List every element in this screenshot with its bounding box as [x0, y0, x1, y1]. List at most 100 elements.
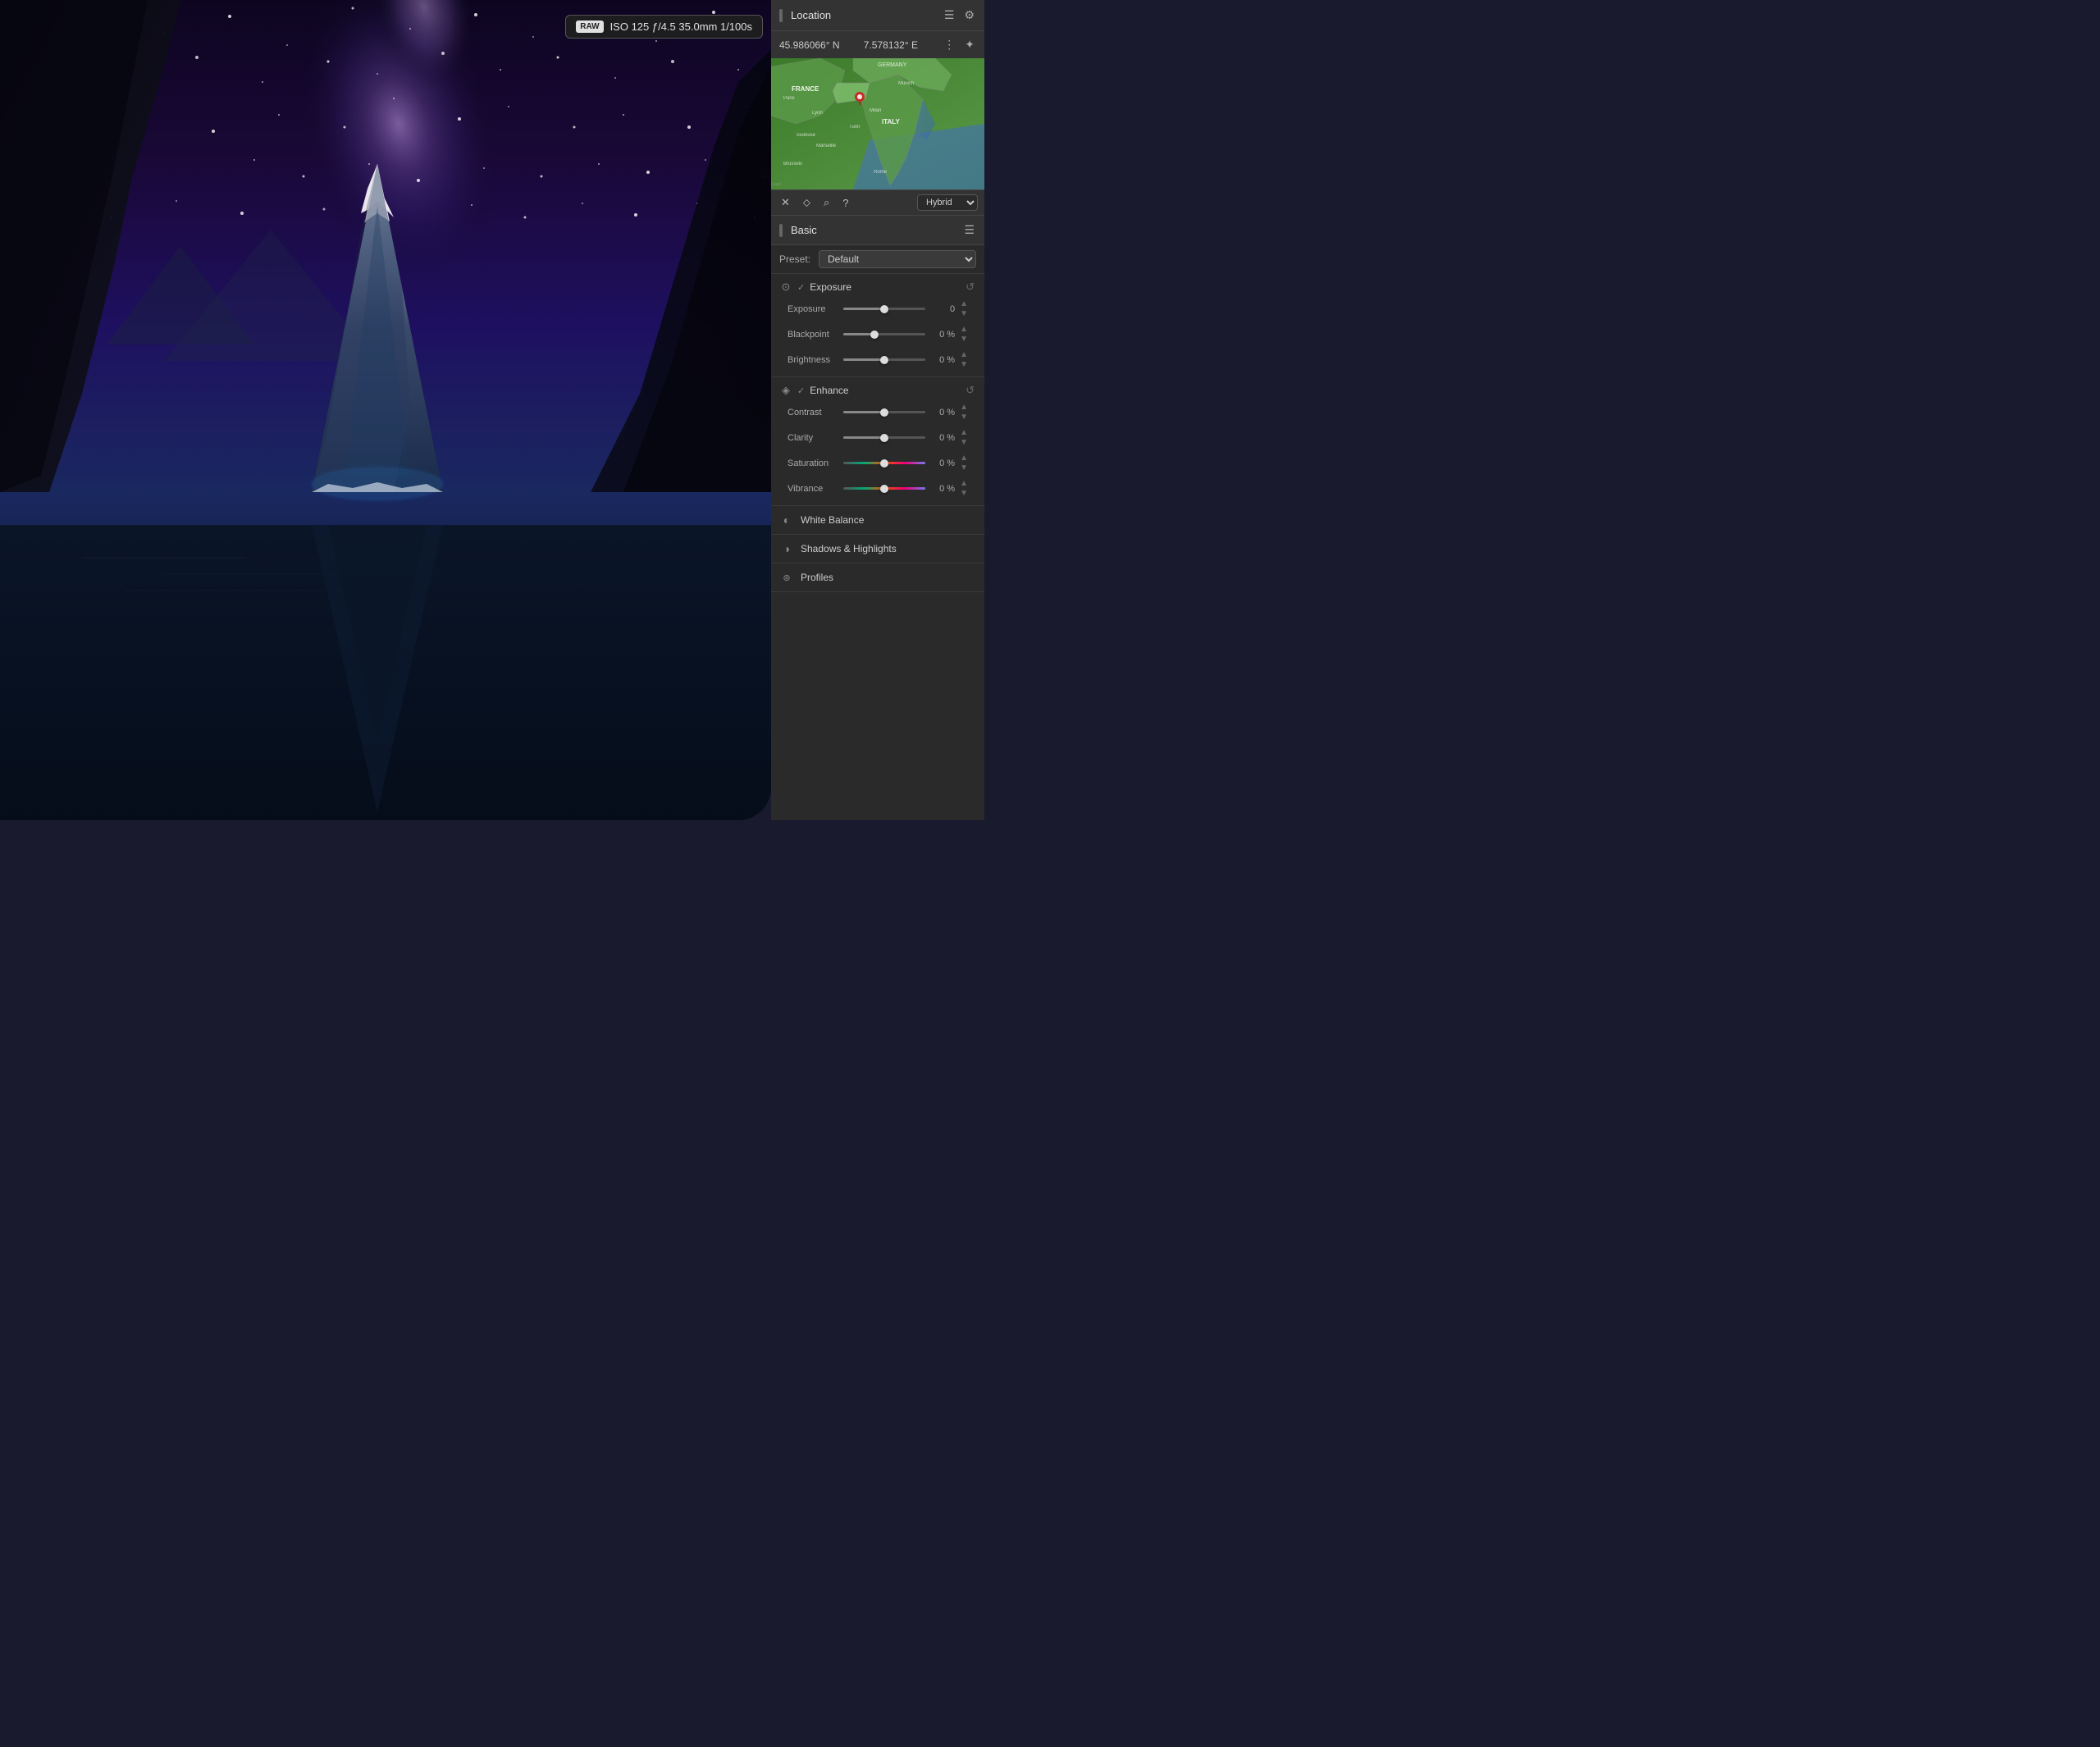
basic-drag-handle	[779, 224, 783, 237]
brightness-stepper[interactable]: ▲▼	[960, 350, 968, 369]
brightness-value: 0 %	[930, 355, 955, 365]
brightness-slider[interactable]	[843, 358, 925, 361]
vibrance-stepper[interactable]: ▲▼	[960, 479, 968, 498]
map-type-select[interactable]: Hybrid Satellite Map	[917, 194, 978, 211]
svg-text:Brussels: Brussels	[783, 162, 802, 166]
clarity-stepper[interactable]: ▲▼	[960, 428, 968, 447]
raw-badge: RAW	[576, 21, 603, 33]
scene-svg	[0, 0, 771, 820]
location-title: Location	[791, 9, 831, 21]
profiles-label: Profiles	[801, 572, 976, 583]
latitude-text: 45.986066° N	[779, 39, 840, 51]
enhance-header: ◈ ✓ Enhance ↺	[779, 381, 976, 399]
blackpoint-slider[interactable]	[843, 333, 925, 335]
enhance-reset-btn[interactable]: ↺	[964, 384, 976, 397]
svg-text:ITALY: ITALY	[882, 118, 900, 125]
clarity-slider[interactable]	[843, 436, 925, 439]
vibrance-slider-label: Vibrance	[788, 484, 838, 494]
map-search-btn[interactable]: ⌕	[820, 194, 833, 211]
enhance-section: ◈ ✓ Enhance ↺ Contrast 0 % ▲▼ Clarity	[771, 377, 984, 506]
preset-label: Preset:	[779, 253, 812, 265]
blackpoint-slider-row: Blackpoint 0 % ▲▼	[779, 322, 976, 347]
white-balance-label: White Balance	[801, 514, 976, 526]
svg-text:Milan: Milan	[870, 108, 881, 113]
white-balance-icon: ◐	[779, 513, 794, 527]
basic-title: Basic	[791, 224, 817, 236]
svg-text:Lyon: Lyon	[812, 111, 823, 116]
location-settings-icon[interactable]: ⚙	[962, 7, 976, 24]
blackpoint-stepper[interactable]: ▲▼	[960, 325, 968, 344]
map-controls: ✕ ⬦ ⌕ ? Hybrid Satellite Map	[771, 189, 984, 215]
location-title-row: Location	[779, 9, 831, 22]
exposure-value: 0	[930, 304, 955, 314]
map-container[interactable]: FRANCE GERMANY ITALY Brussels Paris Muni…	[771, 58, 984, 189]
location-icons[interactable]: ☰ ⚙	[943, 7, 976, 24]
location-header: Location ☰ ⚙	[771, 0, 984, 31]
svg-text:Turin: Turin	[849, 125, 860, 130]
clarity-value: 0 %	[930, 433, 955, 443]
contrast-slider[interactable]	[843, 411, 925, 413]
contrast-stepper[interactable]: ▲▼	[960, 403, 968, 422]
saturation-slider[interactable]	[843, 462, 925, 464]
brightness-slider-label: Brightness	[788, 355, 838, 365]
camera-info-badge: RAW ISO 125 ƒ/4.5 35.0mm 1/100s	[565, 15, 763, 39]
map-help-btn[interactable]: ?	[839, 195, 851, 211]
basic-title-row: Basic	[779, 224, 817, 237]
vibrance-value: 0 %	[930, 484, 955, 494]
profiles-section[interactable]: ⊛ Profiles	[771, 563, 984, 592]
exposure-stepper[interactable]: ▲▼	[960, 299, 968, 318]
exposure-reset-btn[interactable]: ↺	[964, 281, 976, 294]
svg-text:Paris: Paris	[783, 96, 795, 101]
photo-background	[0, 0, 771, 820]
camera-info-text: ISO 125 ƒ/4.5 35.0mm 1/100s	[610, 21, 752, 33]
svg-text:Rome: Rome	[874, 170, 888, 175]
exposure-section: ⊙ ✓ Exposure ↺ Exposure 0 ▲▼ Blackpoint	[771, 274, 984, 377]
basic-menu-btn[interactable]: ☰	[962, 221, 976, 239]
map-location-btn[interactable]: ⬦	[800, 194, 814, 211]
contrast-value: 0 %	[930, 408, 955, 417]
coords-icons[interactable]: ⋮ ✦	[942, 36, 976, 53]
shadows-highlights-icon: ◑	[779, 541, 794, 556]
exposure-slider-label: Exposure	[788, 304, 838, 314]
svg-text:Toulouse: Toulouse	[796, 133, 816, 138]
location-list-icon[interactable]: ☰	[943, 7, 956, 24]
exposure-slider-row: Exposure 0 ▲▼	[779, 296, 976, 322]
preset-row: Preset: Default	[771, 245, 984, 274]
exposure-slider[interactable]	[843, 308, 925, 310]
coords-edit-icon[interactable]: ✦	[963, 36, 976, 53]
saturation-value: 0 %	[930, 458, 955, 468]
coordinates-row: 45.986066° N 7.578132° E ⋮ ✦	[771, 31, 984, 58]
exposure-header: ⊙ ✓ Exposure ↺	[779, 278, 976, 296]
longitude-text: 7.578132° E	[864, 39, 918, 51]
saturation-stepper[interactable]: ▲▼	[960, 454, 968, 472]
right-panel: Location ☰ ⚙ 45.986066° N 7.578132° E ⋮ …	[771, 0, 984, 820]
vibrance-slider-row: Vibrance 0 % ▲▼	[779, 476, 976, 501]
enhance-label: Enhance	[810, 385, 959, 396]
location-panel: Location ☰ ⚙ 45.986066° N 7.578132° E ⋮ …	[771, 0, 984, 216]
blackpoint-value: 0 %	[930, 330, 955, 340]
contrast-slider-label: Contrast	[788, 408, 838, 417]
saturation-slider-label: Saturation	[788, 458, 838, 468]
enhance-check: ✓	[797, 385, 805, 396]
preset-select[interactable]: Default	[819, 250, 976, 268]
saturation-slider-row: Saturation 0 % ▲▼	[779, 450, 976, 476]
svg-text:Legal: Legal	[771, 182, 781, 187]
blackpoint-slider-label: Blackpoint	[788, 330, 838, 340]
white-balance-section[interactable]: ◐ White Balance	[771, 506, 984, 535]
enhance-icon: ◈	[779, 384, 792, 397]
map-svg: FRANCE GERMANY ITALY Brussels Paris Muni…	[771, 58, 984, 189]
panel-drag-handle	[779, 9, 783, 22]
basic-panel: Basic ☰ Preset: Default ⊙ ✓ Exposure ↺ E…	[771, 216, 984, 820]
shadows-highlights-section[interactable]: ◑ Shadows & Highlights	[771, 535, 984, 563]
coords-copy-icon[interactable]: ⋮	[942, 36, 956, 53]
map-close-btn[interactable]: ✕	[778, 194, 793, 211]
shadows-highlights-label: Shadows & Highlights	[801, 543, 976, 554]
exposure-label: Exposure	[810, 281, 959, 293]
profiles-icon: ⊛	[779, 570, 794, 585]
svg-text:Marseille: Marseille	[816, 144, 837, 148]
exposure-check: ✓	[797, 282, 805, 293]
vibrance-slider[interactable]	[843, 487, 925, 490]
clarity-slider-label: Clarity	[788, 433, 838, 443]
svg-text:Munich: Munich	[898, 81, 914, 86]
svg-text:GERMANY: GERMANY	[878, 62, 907, 68]
